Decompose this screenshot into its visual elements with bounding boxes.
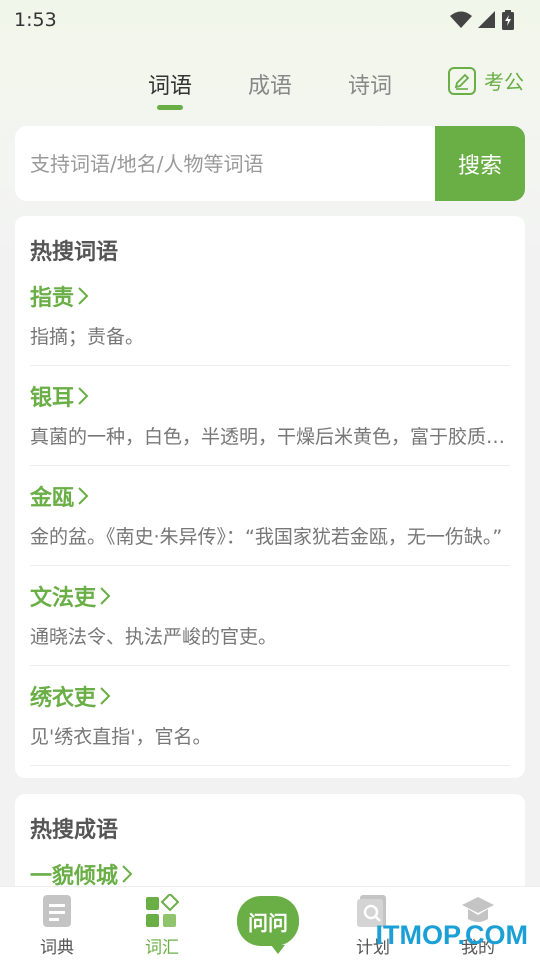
chevron-right-icon <box>78 487 89 505</box>
document-icon <box>22 893 92 929</box>
entry-definition: 真菌的一种，白色，半透明，干燥后米黄色，富于胶质，可入药，也用作食品。 <box>30 426 510 448</box>
status-time: 1:53 <box>14 9 57 31</box>
entry-definition: 金的盆。《南史·朱异传》：“我国家犹若金瓯，无一伤缺。” <box>30 526 503 548</box>
chevron-right-icon <box>122 865 133 883</box>
ask-button[interactable]: 问问 <box>237 896 299 954</box>
entry-word[interactable]: 绣衣吏 <box>30 680 510 712</box>
entry-definition: 指摘；责备。 <box>30 326 145 348</box>
entry-word-text: 文法吏 <box>30 586 97 611</box>
entry-word-text: 绣衣吏 <box>30 686 97 711</box>
entry-word[interactable]: 指责 <box>30 280 510 312</box>
word-entry[interactable]: 文法吏 通晓法令、执法严峻的官吏。 <box>30 566 510 666</box>
wifi-icon <box>450 11 472 28</box>
top-tab-bar: 词语 成语 诗词 考公 <box>0 58 540 114</box>
status-bar: 1:53 <box>0 0 540 40</box>
entry-word-text: 金瓯 <box>30 486 75 511</box>
nav-dictionary-label: 词典 <box>40 938 74 958</box>
chevron-right-icon <box>78 287 89 305</box>
entry-word[interactable]: 金瓯 <box>30 480 510 512</box>
entry-word[interactable]: 银耳 <box>30 380 510 412</box>
chevron-right-icon <box>100 587 111 605</box>
hot-words-card: 热搜词语 指责 指摘；责备。 银耳 真菌的一种，白色，半透明，干燥后米黄色，富于… <box>15 216 525 778</box>
tab-idioms[interactable]: 成语 <box>235 68 305 100</box>
hot-idioms-title: 热搜成语 <box>30 818 119 843</box>
kaogong-label: 考公 <box>484 70 524 94</box>
entry-word-text: 指责 <box>30 286 75 311</box>
entry-definition: 见'绣衣直指'，官名。 <box>30 726 212 748</box>
chevron-right-icon <box>100 687 111 705</box>
watermark: ITMOP.COM <box>375 920 528 950</box>
nav-vocabulary[interactable]: 词汇 <box>127 893 197 958</box>
battery-icon <box>502 10 514 30</box>
word-entry[interactable]: 金瓯 金的盆。《南史·朱异传》：“我国家犹若金瓯，无一伤缺。” <box>30 466 510 566</box>
grid-icon <box>127 893 197 929</box>
word-entry[interactable]: 指责 指摘；责备。 <box>30 266 510 366</box>
tab-words[interactable]: 词语 <box>135 68 205 100</box>
nav-dictionary[interactable]: 词典 <box>22 893 92 958</box>
cellular-signal-icon <box>478 11 495 28</box>
active-tab-indicator <box>157 105 183 110</box>
hot-words-title: 热搜词语 <box>30 240 119 265</box>
ask-button-label: 问问 <box>248 910 288 935</box>
word-entry[interactable]: 银耳 真菌的一种，白色，半透明，干燥后米黄色，富于胶质，可入药，也用作食品。 <box>30 366 510 466</box>
word-entry[interactable]: 绣衣吏 见'绣衣直指'，官名。 <box>30 666 510 766</box>
entry-word-text: 银耳 <box>30 386 75 411</box>
search-bar: 搜索 <box>15 126 525 201</box>
status-icons <box>450 10 514 30</box>
tab-poems[interactable]: 诗词 <box>335 68 405 100</box>
kaogong-button[interactable]: 考公 <box>448 66 524 95</box>
edit-note-icon <box>448 66 476 95</box>
nav-vocabulary-label: 词汇 <box>145 938 179 958</box>
entry-word[interactable]: 文法吏 <box>30 580 510 612</box>
search-button[interactable]: 搜索 <box>435 126 525 201</box>
entry-definition: 通晓法令、执法严峻的官吏。 <box>30 626 278 648</box>
search-input[interactable] <box>15 126 435 201</box>
chevron-right-icon <box>78 387 89 405</box>
